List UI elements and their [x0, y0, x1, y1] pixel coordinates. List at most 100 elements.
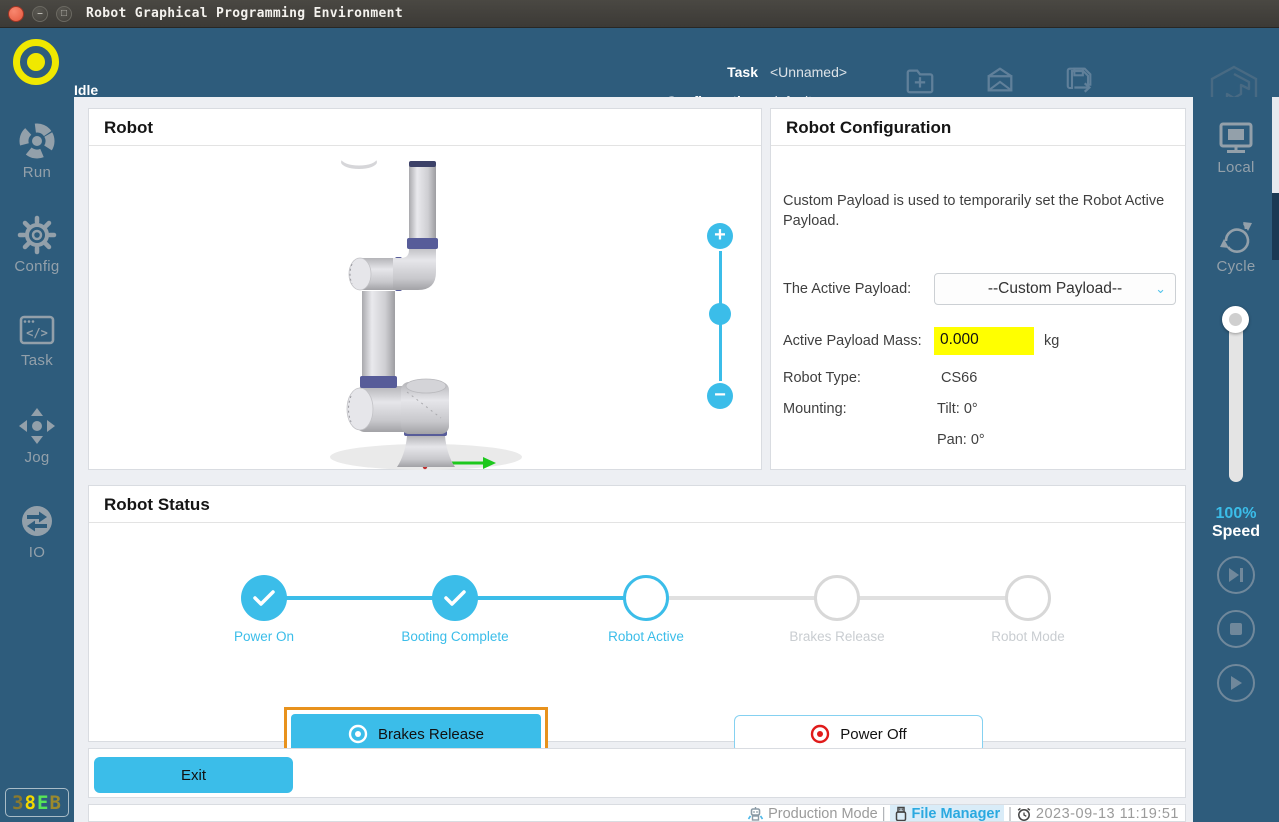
- window-titlebar: – □ Robot Graphical Programming Environm…: [0, 0, 1279, 28]
- mounting-pan-value: Pan: 0°: [937, 432, 985, 448]
- badge-char: 8: [25, 792, 37, 814]
- task-label: Task: [630, 64, 758, 80]
- clock-icon: [1016, 806, 1032, 822]
- sidebar-item-run[interactable]: Run: [0, 121, 74, 181]
- active-payload-selected-value: --Custom Payload--: [988, 280, 1122, 298]
- mode-cycle[interactable]: Cycle: [1193, 215, 1279, 275]
- step-booting-complete-label: Booting Complete: [375, 629, 535, 644]
- window-title: Robot Graphical Programming Environment: [86, 6, 403, 21]
- sidebar-item-jog[interactable]: Jog: [0, 406, 74, 466]
- new-folder-icon: [902, 64, 938, 96]
- statusbar-separator: |: [882, 806, 886, 822]
- step-robot-active-circle: [623, 575, 669, 621]
- power-off-icon: [810, 724, 830, 744]
- zoom-slider-thumb[interactable]: [709, 303, 731, 325]
- status-panel-title: Robot Status: [89, 486, 1185, 523]
- robot-type-value: CS66: [941, 370, 977, 386]
- jog-move-icon: [17, 406, 57, 446]
- speed-slider-track[interactable]: [1229, 310, 1243, 482]
- task-code-icon: </>: [17, 311, 57, 349]
- step-robot-mode-label: Robot Mode: [948, 629, 1108, 644]
- mode-local[interactable]: Local: [1193, 120, 1279, 176]
- workspace: Run Config: [0, 97, 1279, 822]
- app-header: Idle Task <Unnamed> Configuration defaul…: [0, 28, 1279, 97]
- exit-button[interactable]: Exit: [94, 757, 293, 793]
- window-close-button[interactable]: [8, 6, 24, 22]
- robot-state-text: Idle: [74, 82, 98, 98]
- io-swap-icon: [17, 501, 57, 541]
- step-power-on-label: Power On: [184, 629, 344, 644]
- step-robot-active-label: Robot Active: [566, 629, 726, 644]
- robot-arm-illustration: [89, 146, 761, 472]
- check-icon: [443, 588, 467, 608]
- badge-char: E: [37, 792, 49, 814]
- payload-mass-input[interactable]: 0.000: [934, 327, 1034, 355]
- zoom-in-button[interactable]: +: [707, 223, 733, 249]
- zoom-out-button[interactable]: −: [707, 383, 733, 409]
- stop-button[interactable]: [1217, 610, 1255, 648]
- play-button[interactable]: [1217, 664, 1255, 702]
- scrollbar-thumb[interactable]: [1272, 193, 1279, 260]
- step-robot-mode-circle: [1005, 575, 1051, 621]
- left-sidebar: Run Config: [0, 97, 74, 822]
- sidebar-item-task[interactable]: </> Task: [0, 311, 74, 369]
- active-payload-label: The Active Payload:: [783, 281, 911, 297]
- robot-3d-view[interactable]: + −: [89, 146, 761, 472]
- usb-drive-icon: [894, 806, 908, 822]
- robot-panel-title: Robot: [89, 109, 761, 146]
- svg-text:</>: </>: [26, 326, 48, 340]
- step-connector-2: [455, 596, 646, 600]
- config-panel-title: Robot Configuration: [771, 109, 1185, 146]
- file-manager-link[interactable]: File Manager: [912, 806, 1001, 822]
- active-payload-select[interactable]: --Custom Payload-- ⌄: [934, 273, 1176, 305]
- play-icon: [1229, 675, 1243, 691]
- robot-type-label: Robot Type:: [783, 370, 861, 386]
- production-mode-text: Production Mode: [768, 806, 878, 822]
- right-sidebar: Local Cycle 100% Speed: [1193, 97, 1279, 822]
- robot-configuration-panel: Robot Configuration Custom Payload is us…: [770, 108, 1186, 470]
- mounting-tilt-value: Tilt: 0°: [937, 401, 978, 417]
- payload-description: Custom Payload is used to temporarily se…: [783, 192, 1177, 231]
- robot-state-logo-icon: [13, 39, 59, 85]
- step-brakes-release-circle: [814, 575, 860, 621]
- run-icon: [17, 121, 57, 161]
- statusbar-separator: |: [1008, 806, 1012, 822]
- status-code-badge: 38EB: [5, 788, 69, 817]
- step-booting-complete-circle: [432, 575, 478, 621]
- chevron-down-icon: ⌄: [1155, 281, 1166, 297]
- check-icon: [252, 588, 276, 608]
- speed-percent: 100%: [1193, 505, 1279, 523]
- open-file-icon: [982, 64, 1018, 96]
- step-run-button[interactable]: [1217, 556, 1255, 594]
- sidebar-item-io[interactable]: IO: [0, 501, 74, 561]
- status-stepper: Power On Booting Complete Robot Active B…: [89, 523, 1185, 745]
- target-circle-icon: [348, 724, 368, 744]
- statusbar-timestamp: 2023-09-13 11:19:51: [1036, 806, 1179, 822]
- step-connector-4: [837, 596, 1028, 600]
- step-power-on-circle: [241, 575, 287, 621]
- robot-status-panel: Robot Status: [88, 485, 1186, 742]
- payload-mass-label: Active Payload Mass:: [783, 333, 922, 349]
- cycle-loop-icon: [1215, 215, 1257, 255]
- step-brakes-release-label: Brakes Release: [757, 629, 917, 644]
- window-maximize-button[interactable]: □: [56, 6, 72, 22]
- file-manager-group: File Manager: [890, 805, 1005, 822]
- speed-slider-thumb[interactable]: [1222, 306, 1249, 333]
- task-value: <Unnamed>: [770, 64, 847, 80]
- mounting-label: Mounting:: [783, 401, 847, 417]
- speed-label: Speed: [1193, 523, 1279, 541]
- save-floppy-icon: [1062, 64, 1098, 96]
- stop-icon: [1229, 622, 1243, 636]
- sidebar-item-config[interactable]: Config: [0, 215, 74, 275]
- step-connector-1: [264, 596, 455, 600]
- skip-play-icon: [1227, 567, 1245, 583]
- payload-mass-unit: kg: [1044, 333, 1059, 349]
- production-mode-robot-icon: [747, 806, 764, 822]
- robot-panel: Robot: [88, 108, 762, 470]
- bottom-status-bar: Production Mode | File Manager |: [88, 804, 1186, 822]
- window-minimize-button[interactable]: –: [32, 6, 48, 22]
- local-monitor-icon: [1216, 120, 1256, 156]
- application-window: – □ Robot Graphical Programming Environm…: [0, 0, 1279, 822]
- view-zoom-control: + −: [706, 223, 734, 409]
- badge-char: 3: [12, 792, 24, 814]
